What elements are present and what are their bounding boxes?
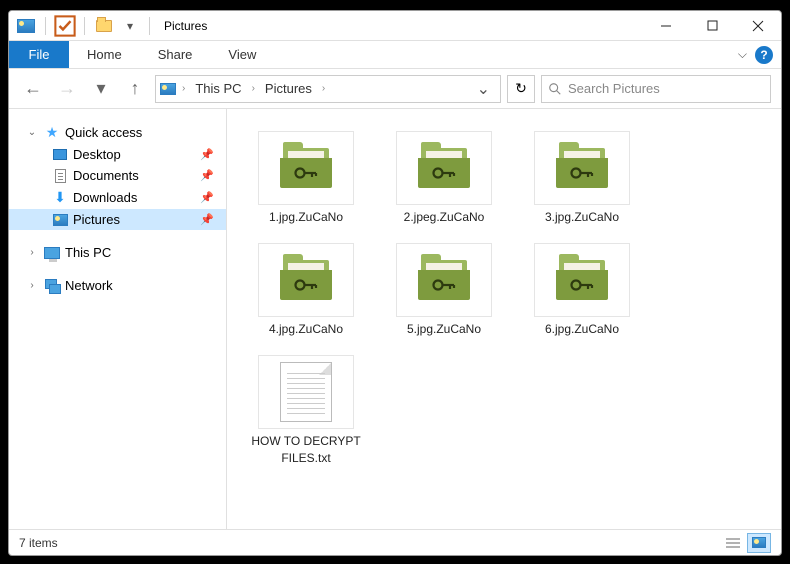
- pin-icon: 📌: [200, 213, 214, 226]
- computer-icon: [43, 247, 61, 259]
- sidebar-this-pc[interactable]: › This PC: [9, 242, 226, 263]
- expand-icon[interactable]: ›: [25, 280, 39, 291]
- file-name: 6.jpg.ZuCaNo: [545, 321, 619, 337]
- sidebar-quick-access[interactable]: ⌄ ★ Quick access: [9, 121, 226, 144]
- sidebar-item-documents[interactable]: Documents 📌: [9, 165, 226, 186]
- location-icon: [160, 83, 176, 95]
- navigation-row: ← → ▾ ↑ › This PC › Pictures › ⌄ ↻ Searc…: [9, 69, 781, 109]
- content-area[interactable]: 1.jpg.ZuCaNo 2.jpeg.ZuCaNo 3.jpg.ZuCaNo 4.j…: [227, 109, 781, 529]
- back-button[interactable]: ←: [19, 75, 47, 103]
- qat-folder-icon[interactable]: [93, 15, 115, 37]
- download-icon: ⬇: [51, 189, 69, 206]
- document-icon: [51, 169, 69, 183]
- desktop-icon: [51, 149, 69, 160]
- sidebar-item-pictures[interactable]: Pictures 📌: [9, 209, 226, 230]
- address-bar[interactable]: › This PC › Pictures › ⌄: [155, 75, 501, 103]
- file-item[interactable]: 4.jpg.ZuCaNo: [239, 235, 373, 345]
- window-title: Pictures: [164, 19, 207, 33]
- file-item[interactable]: HOW TO DECRYPT FILES.txt: [239, 347, 373, 473]
- encrypted-folder-icon: [396, 243, 492, 317]
- file-name: 1.jpg.ZuCaNo: [269, 209, 343, 225]
- text-file-icon: [258, 355, 354, 429]
- breadcrumb-item[interactable]: Pictures: [261, 81, 316, 96]
- file-item[interactable]: 3.jpg.ZuCaNo: [515, 123, 649, 233]
- breadcrumb-item[interactable]: This PC: [191, 81, 245, 96]
- file-item[interactable]: 6.jpg.ZuCaNo: [515, 235, 649, 345]
- encrypted-folder-icon: [396, 131, 492, 205]
- item-count: 7 items: [19, 536, 58, 550]
- close-button[interactable]: [735, 11, 781, 41]
- qat-properties-icon[interactable]: [54, 15, 76, 37]
- address-dropdown-icon[interactable]: ⌄: [471, 79, 496, 99]
- encrypted-folder-icon: [534, 243, 630, 317]
- qat-customize-icon[interactable]: ▾: [119, 15, 141, 37]
- titlebar: ▾ Pictures: [9, 11, 781, 41]
- status-bar: 7 items: [9, 529, 781, 555]
- navigation-pane: ⌄ ★ Quick access Desktop 📌 Documents 📌 ⬇…: [9, 109, 227, 529]
- refresh-button[interactable]: ↻: [507, 75, 535, 103]
- collapse-icon[interactable]: ⌄: [25, 127, 39, 138]
- up-button[interactable]: ↑: [121, 75, 149, 103]
- maximize-button[interactable]: [689, 11, 735, 41]
- encrypted-folder-icon: [258, 131, 354, 205]
- explorer-window: ▾ Pictures File Home Share View ⌵ ? ← → …: [8, 10, 782, 556]
- sidebar-item-desktop[interactable]: Desktop 📌: [9, 144, 226, 165]
- ribbon-expand-icon[interactable]: ⌵: [738, 47, 747, 62]
- file-name: 2.jpeg.ZuCaNo: [404, 209, 485, 225]
- history-dropdown[interactable]: ▾: [87, 75, 115, 103]
- pin-icon: 📌: [200, 148, 214, 161]
- file-grid: 1.jpg.ZuCaNo 2.jpeg.ZuCaNo 3.jpg.ZuCaNo 4.j…: [239, 123, 769, 474]
- file-name: 3.jpg.ZuCaNo: [545, 209, 619, 225]
- tab-share[interactable]: Share: [140, 41, 211, 68]
- thumbnails-view-button[interactable]: [747, 533, 771, 553]
- network-icon: [43, 279, 61, 293]
- details-view-button[interactable]: [721, 533, 745, 553]
- search-input[interactable]: Search Pictures: [541, 75, 771, 103]
- file-item[interactable]: 2.jpeg.ZuCaNo: [377, 123, 511, 233]
- pin-icon: 📌: [200, 191, 214, 204]
- chevron-right-icon[interactable]: ›: [250, 83, 257, 94]
- chevron-right-icon[interactable]: ›: [180, 83, 187, 94]
- file-name: HOW TO DECRYPT FILES.txt: [244, 433, 368, 465]
- file-item[interactable]: 5.jpg.ZuCaNo: [377, 235, 511, 345]
- chevron-right-icon[interactable]: ›: [320, 83, 327, 94]
- search-icon: [548, 82, 562, 96]
- tab-home[interactable]: Home: [69, 41, 140, 68]
- sidebar-item-downloads[interactable]: ⬇ Downloads 📌: [9, 186, 226, 209]
- star-icon: ★: [43, 124, 61, 141]
- encrypted-folder-icon: [258, 243, 354, 317]
- search-placeholder: Search Pictures: [568, 81, 764, 96]
- pin-icon: 📌: [200, 169, 214, 182]
- tab-file[interactable]: File: [9, 41, 69, 68]
- tab-view[interactable]: View: [210, 41, 274, 68]
- file-name: 5.jpg.ZuCaNo: [407, 321, 481, 337]
- app-icon: [15, 15, 37, 37]
- ribbon-tabs: File Home Share View ⌵ ?: [9, 41, 781, 69]
- minimize-button[interactable]: [643, 11, 689, 41]
- file-item[interactable]: 1.jpg.ZuCaNo: [239, 123, 373, 233]
- file-name: 4.jpg.ZuCaNo: [269, 321, 343, 337]
- expand-icon[interactable]: ›: [25, 247, 39, 258]
- pictures-icon: [51, 214, 69, 226]
- encrypted-folder-icon: [534, 131, 630, 205]
- help-button[interactable]: ?: [755, 46, 773, 64]
- sidebar-network[interactable]: › Network: [9, 275, 226, 296]
- forward-button[interactable]: →: [53, 75, 81, 103]
